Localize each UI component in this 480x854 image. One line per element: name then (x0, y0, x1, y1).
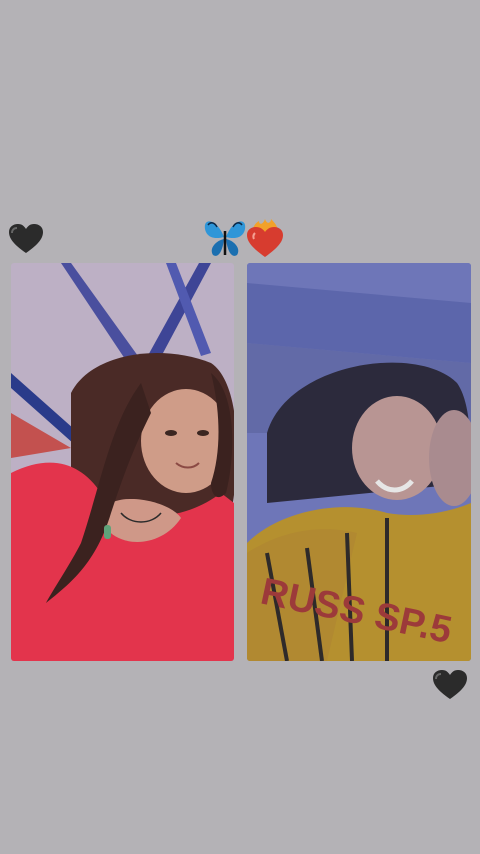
black-heart-svg (433, 670, 467, 699)
black-heart-icon (9, 224, 43, 260)
left-photo-illustration (11, 263, 234, 661)
right-photo: RUSS SP.5 (247, 263, 471, 661)
butterfly-fire-heart-group (203, 215, 285, 259)
left-photo (11, 263, 234, 661)
heart-on-fire-icon (247, 219, 283, 257)
right-photo-illustration: RUSS SP.5 (247, 263, 471, 661)
black-heart-svg (9, 224, 43, 253)
black-heart-icon (433, 670, 467, 706)
